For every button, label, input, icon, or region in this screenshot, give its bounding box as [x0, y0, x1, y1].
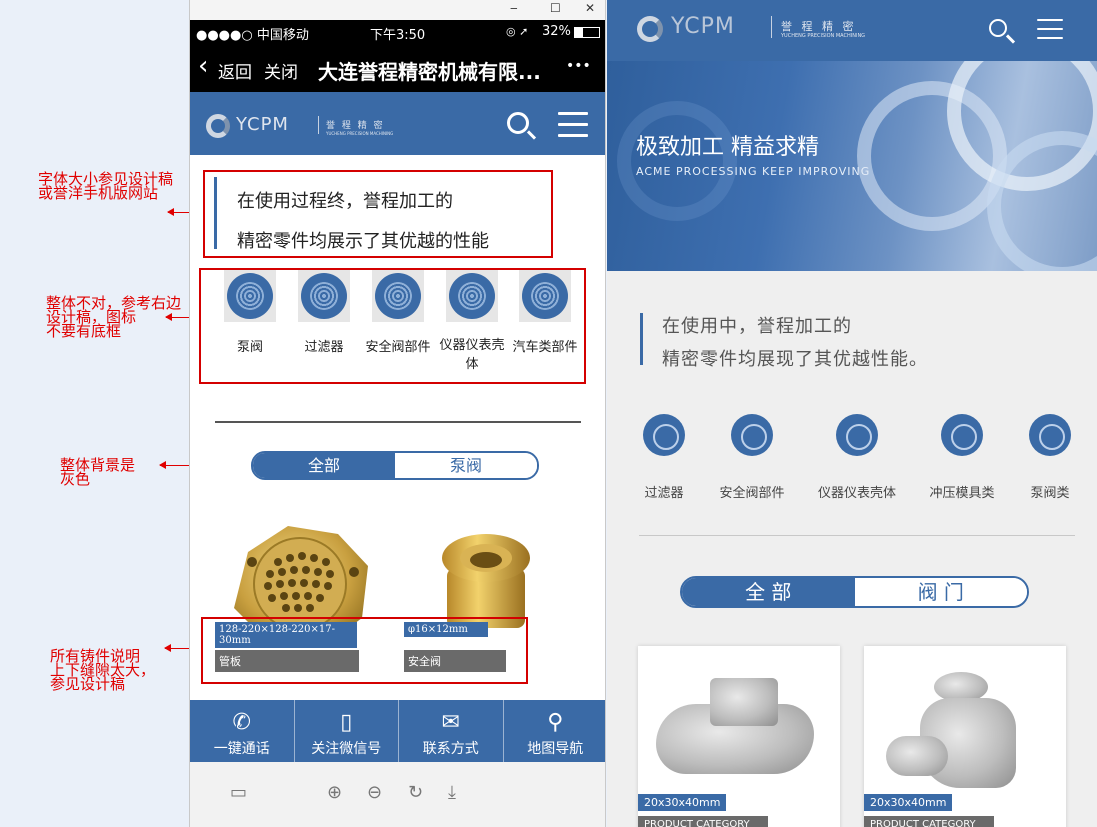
annotation-background: 整体背景是 灰色	[60, 456, 136, 488]
wechat-button[interactable]: ▯ 关注微信号	[295, 700, 399, 762]
more-icon[interactable]: •••	[566, 58, 591, 74]
carrier-label: ●●●●○ 中国移动	[196, 28, 309, 43]
mail-icon: ✉	[441, 710, 460, 735]
search-icon[interactable]	[989, 19, 1007, 37]
mobile-icon: ▯	[340, 710, 353, 735]
status-bar: ●●●●○ 中国移动 下午3:50 ◎ ➚ 32%	[190, 20, 605, 44]
logo-text: YCPM	[671, 14, 735, 39]
design-reference: YCPM 誉 程 精 密 YUCHENG PRECISION MACHINING…	[607, 0, 1097, 827]
close-button[interactable]: 关闭	[264, 58, 298, 83]
safety-valve-icon	[731, 414, 773, 456]
annotation-font-size: 字体大小参见设计稿 或誉洋手机版网站	[38, 170, 174, 202]
review-box	[199, 268, 586, 384]
brand-sub: YUCHENG PRECISION MACHINING	[326, 131, 394, 136]
page-title: 大连誉程精密机械有限...	[318, 60, 541, 84]
phone-icon: ✆	[232, 710, 251, 735]
category-item[interactable]: 仪器仪表壳体	[812, 414, 902, 501]
banner-title: 极致加工 精益求精	[636, 135, 819, 160]
product-card[interactable]: 20x30x40mm PRODUCT CATEGORY	[864, 646, 1066, 827]
back-chevron-icon[interactable]: ‹	[198, 52, 208, 80]
minimize-button[interactable]: ‒	[510, 1, 518, 15]
product-spec: 20x30x40mm	[638, 794, 727, 811]
product-card[interactable]: 20x30x40mm PRODUCT CATEGORY	[638, 646, 840, 827]
pump-valve-icon	[1029, 414, 1071, 456]
quote-line: 精密零件均展现了其优越性能。	[662, 349, 928, 370]
gauge-icon	[836, 414, 878, 456]
tab-all[interactable]: 全部	[253, 453, 395, 478]
logo-icon	[206, 114, 230, 138]
thumbnail-icon[interactable]: ▭	[230, 782, 247, 803]
mobile-screen: ‒ ☐ ✕ ●●●●○ 中国移动 下午3:50 ◎ ➚ 32% ‹ 返回 关闭 …	[189, 0, 606, 827]
category-item[interactable]: 过滤器	[619, 414, 709, 501]
viewer-toolbar: ▭ ⊕ ⊖ ↻ ⤓	[190, 762, 605, 827]
brand-name: 誉 程 精 密	[326, 121, 385, 131]
quote-bar	[640, 313, 643, 365]
hero-banner: 极致加工 精益求精 ACME PROCESSING KEEP IMPROVING	[607, 61, 1097, 271]
review-box	[203, 170, 553, 258]
stamping-die-icon	[941, 414, 983, 456]
annotation-castings: 所有铸件说明 上下缝隙太大， 参见设计稿	[50, 647, 156, 693]
back-button[interactable]: 返回	[218, 58, 252, 83]
window-titlebar: ‒ ☐ ✕	[190, 0, 605, 20]
zoom-in-icon[interactable]: ⊕	[327, 782, 342, 803]
product-category: PRODUCT CATEGORY	[638, 816, 768, 827]
contact-button[interactable]: ✉ 联系方式	[399, 700, 504, 762]
filter-icon	[643, 414, 685, 456]
banner-subtitle: ACME PROCESSING KEEP IMPROVING	[636, 165, 871, 178]
divider	[215, 421, 581, 423]
tab-group: 全部 泵阀	[251, 451, 539, 480]
tab-valves[interactable]: 阀 门	[854, 578, 1027, 606]
quote-line: 在使用中，誉程加工的	[662, 316, 852, 337]
site-header: YCPM 誉 程 精 密 YUCHENG PRECISION MACHINING	[190, 92, 605, 155]
map-button[interactable]: ⚲ 地图导航	[504, 700, 606, 762]
logo-icon	[637, 16, 663, 42]
close-window-button[interactable]: ✕	[585, 1, 595, 15]
map-pin-icon: ⚲	[547, 710, 564, 735]
brand-name: 誉 程 精 密	[781, 20, 857, 33]
tab-all[interactable]: 全 部	[682, 578, 855, 606]
rotate-icon[interactable]: ↻	[408, 782, 423, 803]
brand-sub: YUCHENG PRECISION MACHINING	[781, 33, 866, 39]
download-icon[interactable]: ⤓	[448, 782, 456, 803]
bottom-action-bar: ✆ 一键通话 ▯ 关注微信号 ✉ 联系方式 ⚲ 地图导航	[190, 700, 606, 762]
category-item[interactable]: 泵阀类	[1007, 414, 1093, 501]
battery-icon	[574, 27, 600, 38]
call-button[interactable]: ✆ 一键通话	[190, 700, 295, 762]
battery-label: 32%	[542, 24, 571, 39]
logo-text: YCPM	[236, 114, 289, 135]
product-spec: 20x30x40mm	[864, 794, 953, 811]
design-header: YCPM 誉 程 精 密 YUCHENG PRECISION MACHINING	[607, 0, 1097, 61]
menu-icon[interactable]	[558, 112, 588, 145]
tab-pumps[interactable]: 泵阀	[395, 453, 537, 478]
tab-group: 全 部 阀 门	[680, 576, 1029, 608]
divider	[639, 535, 1075, 536]
app-navbar: ‹ 返回 关闭 大连誉程精密机械有限... •••	[190, 44, 605, 92]
category-item[interactable]: 安全阀部件	[707, 414, 797, 501]
maximize-button[interactable]: ☐	[550, 1, 561, 15]
product-category: PRODUCT CATEGORY	[864, 816, 994, 827]
menu-icon[interactable]	[1037, 19, 1063, 47]
clock-label: 下午3:50	[370, 28, 426, 43]
status-icons: ◎ ➚	[506, 25, 529, 38]
intro-quote: 在使用中，誉程加工的 精密零件均展现了其优越性能。	[662, 310, 928, 376]
search-icon[interactable]	[507, 112, 529, 134]
annotation-icons: 整体不对，参考右边 设计稿，图标 不要有底框	[46, 294, 182, 340]
review-box	[201, 617, 528, 684]
zoom-out-icon[interactable]: ⊖	[367, 782, 382, 803]
category-item[interactable]: 冲压模具类	[917, 414, 1007, 501]
